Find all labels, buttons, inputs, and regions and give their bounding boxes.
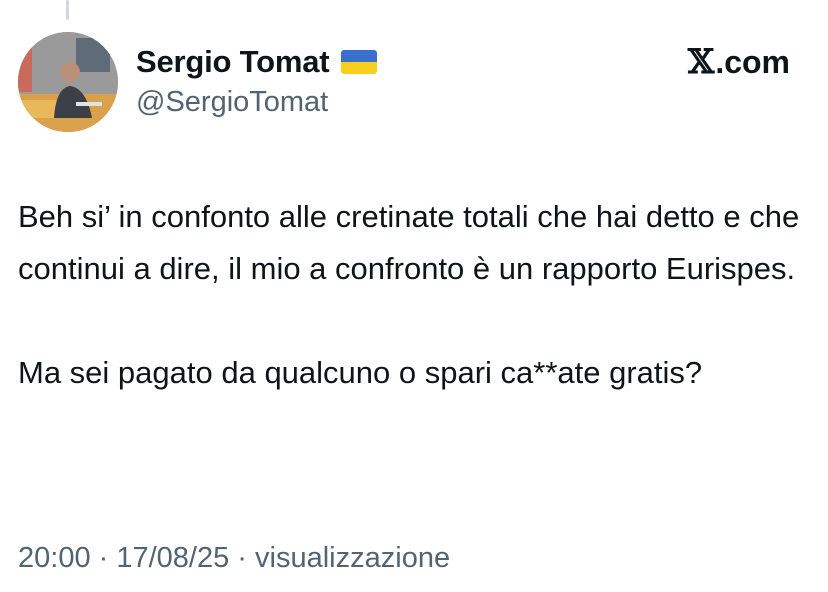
avatar-photo	[18, 32, 118, 132]
author-handle[interactable]: @SergioTomat	[136, 86, 328, 119]
tweet-meta: 20:00 · 17/08/25 · visualizzazione	[18, 542, 450, 575]
tweet-paragraph-1: Beh si’ in confonto alle cretinate total…	[18, 199, 800, 286]
meta-separator: ·	[90, 542, 117, 574]
thread-connector-line	[66, 0, 69, 20]
tweet-time[interactable]: 20:00	[18, 542, 91, 574]
tweet-date[interactable]: 17/08/25	[116, 542, 229, 574]
author-name-row[interactable]: Sergio Tomat	[136, 42, 378, 82]
tweet-paragraph-2: Ma sei pagato da qualcuno o spari ca**at…	[18, 355, 703, 390]
brand-domain: .com	[715, 43, 790, 80]
x-logo-icon: 𝕏	[687, 42, 715, 82]
views-label[interactable]: visualizzazione	[255, 542, 450, 574]
tweet-body: Beh si’ in confonto alle cretinate total…	[18, 191, 813, 399]
avatar[interactable]	[18, 32, 118, 132]
x-com-logo: 𝕏 .com	[688, 42, 790, 82]
meta-separator: ·	[229, 542, 256, 574]
ukraine-flag-icon	[341, 50, 378, 74]
author-display-name[interactable]: Sergio Tomat	[136, 44, 330, 80]
